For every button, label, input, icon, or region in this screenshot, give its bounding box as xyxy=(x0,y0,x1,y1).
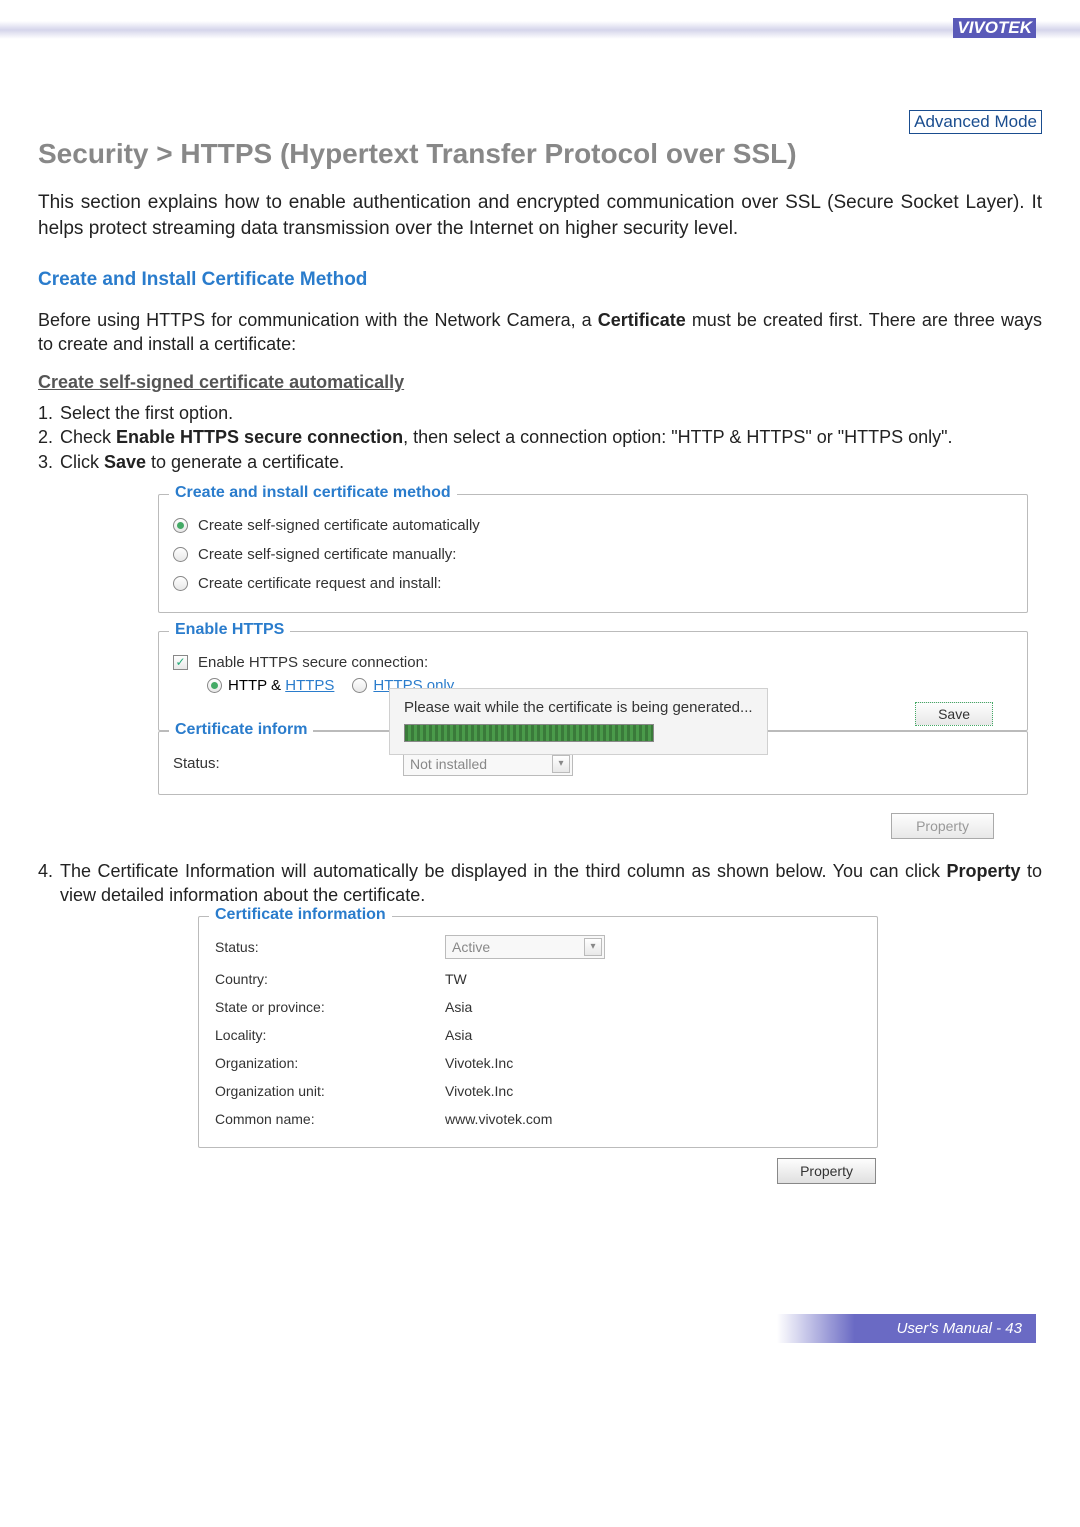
step-text: Click Save to generate a certificate. xyxy=(60,450,1042,474)
step-number: 3. xyxy=(38,450,60,474)
text: Before using HTTPS for communication wit… xyxy=(38,310,598,330)
brand-label: VIVOTEK xyxy=(953,18,1036,38)
header-band: VIVOTEK xyxy=(0,0,1080,60)
info-value: TW xyxy=(445,971,467,987)
section-heading: Create and Install Certificate Method xyxy=(38,269,1042,291)
progress-bar xyxy=(404,724,654,742)
step-number: 4. xyxy=(38,859,60,908)
radio-icon xyxy=(173,547,188,562)
step-text: Select the first option. xyxy=(60,401,1042,425)
fieldset-legend: Certificate information xyxy=(209,906,392,924)
before-paragraph: Before using HTTPS for communication wit… xyxy=(38,309,1042,356)
checkbox-label: Enable HTTPS secure connection: xyxy=(198,654,428,671)
status-select[interactable]: Active ▾ xyxy=(445,935,605,959)
wait-dialog: Please wait while the certificate is bei… xyxy=(389,688,768,755)
status-label: Status: xyxy=(173,755,343,772)
wait-message: Please wait while the certificate is bei… xyxy=(404,699,753,716)
radio-icon xyxy=(173,518,188,533)
https-link: HTTPS xyxy=(285,677,334,694)
info-row: Common name:www.vivotek.com xyxy=(215,1105,861,1133)
advanced-mode-badge: Advanced Mode xyxy=(909,110,1042,134)
info-value: Asia xyxy=(445,999,472,1015)
text-bold: Property xyxy=(946,861,1020,881)
info-label: Organization: xyxy=(215,1055,445,1071)
radio-option-manual[interactable]: Create self-signed certificate manually: xyxy=(173,540,1013,569)
page-title: Security > HTTPS (Hypertext Transfer Pro… xyxy=(38,138,1042,170)
fieldset-legend: Enable HTTPS xyxy=(169,621,290,639)
info-label: Country: xyxy=(215,971,445,987)
footer-text: User's Manual - 43 xyxy=(777,1314,1036,1343)
create-method-fieldset: Create and install certificate method Cr… xyxy=(158,494,1028,613)
checkbox-icon xyxy=(173,655,188,670)
enable-https-fieldset: Enable HTTPS Enable HTTPS secure connect… xyxy=(158,631,1028,731)
info-row: Status: Active ▾ xyxy=(215,929,861,965)
info-row: Organization:Vivotek.Inc xyxy=(215,1049,861,1077)
info-label: Status: xyxy=(215,939,445,955)
radio-icon xyxy=(207,678,222,693)
step-number: 2. xyxy=(38,425,60,449)
step-number: 1. xyxy=(38,401,60,425)
info-row: Organization unit:Vivotek.Inc xyxy=(215,1077,861,1105)
radio-label: HTTP & HTTPS xyxy=(228,677,334,694)
radio-icon xyxy=(173,576,188,591)
status-select[interactable]: Not installed ▾ xyxy=(403,752,573,776)
radio-icon xyxy=(352,678,367,693)
info-row: State or province:Asia xyxy=(215,993,861,1021)
status-value: Not installed xyxy=(410,756,487,772)
text-bold: Enable HTTPS secure connection xyxy=(116,427,403,447)
text: HTTP & xyxy=(228,677,285,694)
certificate-information-fieldset: Certificate information Status:Active▾Co… xyxy=(198,916,878,1148)
text-bold: Certificate xyxy=(598,310,686,330)
underline-heading: Create self-signed certificate automatic… xyxy=(38,372,1042,393)
radio-label: Create self-signed certificate automatic… xyxy=(198,517,480,534)
property-button[interactable]: Property xyxy=(891,813,994,839)
radio-option-auto[interactable]: Create self-signed certificate automatic… xyxy=(173,511,1013,540)
info-label: Organization unit: xyxy=(215,1083,445,1099)
info-value: Vivotek.Inc xyxy=(445,1083,513,1099)
radio-label: Create certificate request and install: xyxy=(198,575,441,592)
info-row: Country:TW xyxy=(215,965,861,993)
info-label: State or province: xyxy=(215,999,445,1015)
fieldset-legend: Certificate inform xyxy=(169,721,313,739)
info-row: Locality:Asia xyxy=(215,1021,861,1049)
info-value: Asia xyxy=(445,1027,472,1043)
radio-option-request[interactable]: Create certificate request and install: xyxy=(173,569,1013,598)
chevron-down-icon: ▾ xyxy=(552,755,570,773)
text: The Certificate Information will automat… xyxy=(60,861,946,881)
info-value: Active xyxy=(452,939,490,955)
info-label: Locality: xyxy=(215,1027,445,1043)
enable-https-checkbox-row[interactable]: Enable HTTPS secure connection: xyxy=(173,648,1013,677)
radio-http-https[interactable]: HTTP & HTTPS xyxy=(207,677,334,694)
text: Click xyxy=(60,452,104,472)
text: , then select a connection option: "HTTP… xyxy=(403,427,952,447)
save-button[interactable]: Save xyxy=(915,702,993,726)
text: to generate a certificate. xyxy=(146,452,344,472)
info-value: www.vivotek.com xyxy=(445,1111,552,1127)
chevron-down-icon: ▾ xyxy=(584,938,602,956)
step-text: Check Enable HTTPS secure connection, th… xyxy=(60,425,1042,449)
property-button[interactable]: Property xyxy=(777,1158,876,1184)
info-value: Vivotek.Inc xyxy=(445,1055,513,1071)
intro-paragraph: This section explains how to enable auth… xyxy=(38,190,1042,241)
info-label: Common name: xyxy=(215,1111,445,1127)
text: Check xyxy=(60,427,116,447)
page-footer: User's Manual - 43 xyxy=(0,1314,1080,1373)
text-bold: Save xyxy=(104,452,146,472)
fieldset-legend: Create and install certificate method xyxy=(169,484,457,502)
step-text: The Certificate Information will automat… xyxy=(60,859,1042,908)
radio-label: Create self-signed certificate manually: xyxy=(198,546,456,563)
